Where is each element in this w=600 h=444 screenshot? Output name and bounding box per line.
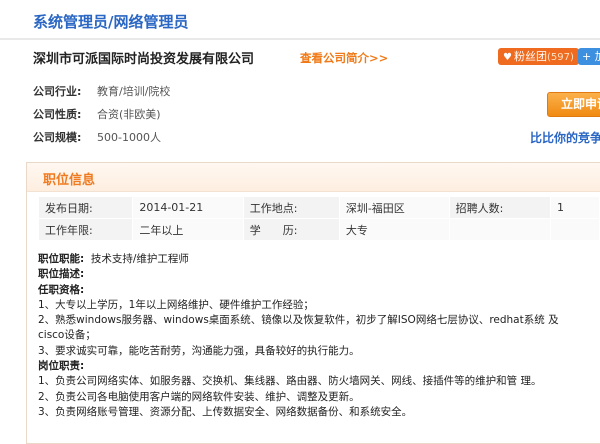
position-details: 职位职能: 技术支持/维护工程师 职位描述: 任职资格: 1、大专以上学历，1年… [38,252,600,420]
duties-row: 岗位职责: [38,359,600,374]
publish-date-value: 2014-01-21 [132,196,244,219]
function-label: 职位职能: [38,253,85,265]
nature-label: 公司性质: [33,108,82,121]
education-value: 大专 [338,218,450,241]
list-item: 3、要求诚实可靠，能吃苦耐劳，沟通能力强，具备较好的执行能力。 [38,344,360,357]
headcount-label: 招聘人数: [448,196,551,219]
table-row: 工作年限: 二年以上 学 历: 大专 [37,218,600,241]
position-summary-table: 发布日期: 2014-01-21 工作地点: 深圳-福田区 招聘人数: 1 工作… [37,196,600,241]
experience-label: 工作年限: [37,218,134,241]
duties-label: 岗位职责: [38,360,85,373]
compare-competitiveness-link[interactable]: 比比你的竞争力 [530,129,600,146]
company-nature-row: 公司性质: 合资(非欧美) [33,106,161,122]
location-label: 工作地点: [242,196,340,219]
scale-label: 公司规模: [33,131,82,144]
scale-value: 500-1000人 [97,131,161,144]
fans-label: 粉丝团 [513,50,547,63]
experience-value: 二年以上 [132,218,244,241]
function-value: 技术支持/维护工程师 [90,253,189,265]
fans-count: (597) [546,52,574,63]
education-label: 学 历: [242,218,340,241]
heart-icon: ♥ [503,52,512,63]
company-name[interactable]: 深圳市可派国际时尚投资发展有限公司 [33,48,254,67]
headcount-value: 1 [549,196,600,219]
follow-button[interactable]: + 加关注 [578,48,600,65]
apply-now-button[interactable]: 立即申请 [547,92,600,117]
description-row: 职位描述: [38,267,600,282]
job-title-bar: 系统管理员/网络管理员 [0,0,600,40]
description-label: 职位描述: [38,268,85,281]
location-value: 深圳-福田区 [338,196,450,219]
requirements-label: 任职资格: [38,283,85,296]
empty-cell [549,218,600,241]
list-item: cisco设备； [38,329,96,342]
company-intro-link[interactable]: 查看公司简介>> [300,50,388,66]
industry-label: 公司行业: [33,85,82,98]
fans-club-button[interactable]: ♥ 粉丝团(597) [498,48,579,65]
function-row: 职位职能: 技术支持/维护工程师 [38,252,600,267]
list-item: 2、熟悉windows服务器、windows桌面系统、镜像以及恢复软件，初步了解… [38,314,559,327]
industry-value: 教育/培训/院校 [97,85,171,98]
table-row: 发布日期: 2014-01-21 工作地点: 深圳-福田区 招聘人数: 1 [37,196,600,219]
position-info-title: 职位信息 [43,173,96,188]
empty-cell [448,218,551,241]
list-item: 3、负责网络账号管理、资源分配、上传数据安全、网络数据备份、和系统安全。 [38,405,413,418]
position-info-header: 职位信息 [27,163,600,192]
list-item: 2、负责公司各电脑使用客户端的网络软件安装、维护、调整及更新。 [38,390,360,403]
list-item: 1、大专以上学历，1年以上网络维护、硬件维护工作经验； [38,298,314,311]
list-item: 1、负责公司网络实体、如服务器、交换机、集线器、路由器、防火墙网关、网线、接插件… [38,375,542,388]
job-title: 系统管理员/网络管理员 [33,13,189,31]
publish-date-label: 发布日期: [37,196,134,219]
requirements-row: 任职资格: [38,283,600,298]
company-scale-row: 公司规模: 500-1000人 [33,129,161,145]
nature-value: 合资(非欧美) [97,108,161,121]
company-industry-row: 公司行业: 教育/培训/院校 [33,83,170,99]
